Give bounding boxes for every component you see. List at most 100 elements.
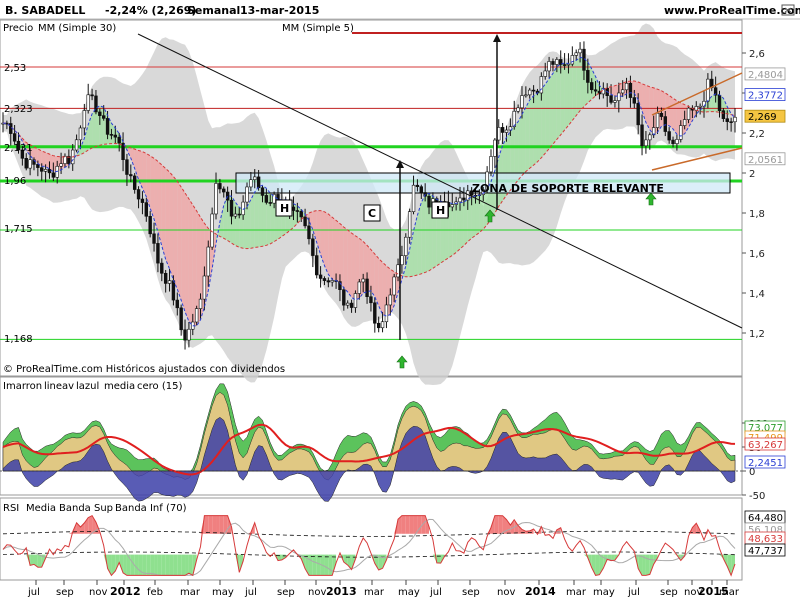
price-tick-label: 1,2 bbox=[749, 329, 765, 340]
rsi-overbought-fill bbox=[410, 516, 414, 534]
tab-lineav[interactable]: lineav bbox=[44, 381, 74, 392]
candle-body bbox=[393, 277, 396, 295]
candle-body bbox=[614, 101, 617, 103]
rsi-overbought-fill bbox=[220, 516, 224, 534]
rsi-oversold-fill bbox=[317, 555, 321, 576]
bear-fill-segment bbox=[328, 214, 332, 279]
candle-body bbox=[641, 125, 644, 146]
candle-body bbox=[114, 135, 117, 137]
rsi-oversold-fill bbox=[158, 555, 162, 576]
rsi-oversold-fill bbox=[181, 555, 185, 576]
candle-body bbox=[249, 180, 252, 187]
candle-body bbox=[412, 185, 415, 211]
bull-fill-segment bbox=[561, 63, 565, 135]
bull-fill-segment bbox=[452, 203, 456, 255]
rsi-oversold-fill bbox=[166, 555, 170, 576]
bull-fill-segment bbox=[251, 192, 255, 248]
bull-fill-segment bbox=[712, 94, 716, 112]
rsi-oversold-fill bbox=[324, 555, 328, 576]
tab-imarron[interactable]: Imarron bbox=[3, 381, 42, 392]
candle-body bbox=[319, 275, 322, 279]
candle-body bbox=[342, 290, 345, 305]
x-tick-label: sep bbox=[56, 587, 74, 598]
pattern-label-h1: H bbox=[280, 202, 289, 215]
candle-body bbox=[362, 279, 365, 282]
candle-body bbox=[91, 95, 94, 96]
x-tick-label: may bbox=[212, 587, 234, 598]
support-zone-label: ZONA DE SOPORTE RELEVANTE bbox=[472, 182, 664, 195]
bull-fill-segment bbox=[537, 89, 541, 162]
bull-fill-segment bbox=[557, 64, 561, 139]
candle-body bbox=[311, 239, 314, 256]
tab-rsi[interactable]: RSI bbox=[3, 503, 19, 514]
x-tick-label: mar bbox=[180, 587, 201, 598]
bull-fill-segment bbox=[464, 199, 468, 245]
candle-body bbox=[153, 234, 156, 244]
rsi-oversold-fill bbox=[162, 555, 166, 576]
candle-body bbox=[83, 110, 86, 127]
bull-fill-segment bbox=[483, 189, 487, 229]
bull-fill-segment bbox=[479, 193, 483, 232]
bear-fill-segment bbox=[166, 169, 170, 269]
tab-banda-inf[interactable]: Banda Inf (70) bbox=[115, 503, 187, 514]
rsi-oversold-fill bbox=[30, 555, 34, 566]
candle-body bbox=[315, 256, 318, 275]
candle-body bbox=[645, 140, 648, 146]
candle-body bbox=[141, 199, 144, 203]
candle-body bbox=[385, 305, 388, 322]
tab-rsi-media[interactable]: Media bbox=[26, 503, 56, 514]
candle-body bbox=[660, 113, 663, 116]
imarron-tick-label: -50 bbox=[749, 491, 765, 502]
price-badge-text: 2,0561 bbox=[748, 155, 783, 166]
chart-window: 2,62,42,221,81,61,41,22,48042,37722,2692… bbox=[0, 0, 800, 600]
rsi-badge-text: 48,633 bbox=[748, 534, 783, 545]
candle-body bbox=[548, 61, 551, 70]
candle-body bbox=[157, 243, 160, 263]
candle-body bbox=[261, 188, 264, 196]
candle-body bbox=[176, 300, 179, 308]
candle-body bbox=[397, 265, 400, 277]
candle-body bbox=[648, 135, 651, 140]
candle-body bbox=[497, 127, 500, 140]
candle-body bbox=[9, 123, 12, 133]
price-tick-label: 1,6 bbox=[749, 249, 765, 260]
candle-body bbox=[75, 140, 78, 150]
x-tick-label: 2014 bbox=[525, 585, 556, 598]
ticker-name: B. SABADELL bbox=[5, 4, 85, 17]
bull-fill-segment bbox=[534, 93, 538, 165]
candle-body bbox=[555, 59, 558, 64]
candle-body bbox=[304, 217, 307, 226]
candle-body bbox=[517, 108, 520, 111]
rsi-oversold-fill bbox=[146, 555, 150, 576]
candle-body bbox=[428, 196, 431, 207]
candle-body bbox=[168, 281, 171, 284]
candle-body bbox=[637, 103, 640, 125]
bull-fill-segment bbox=[247, 200, 251, 249]
candle-body bbox=[36, 164, 39, 167]
candle-body bbox=[621, 90, 624, 93]
tab-media[interactable]: media bbox=[104, 381, 135, 392]
candle-body bbox=[563, 65, 566, 66]
candle-body bbox=[610, 96, 613, 103]
bear-fill-segment bbox=[177, 181, 181, 300]
rsi-oversold-fill bbox=[123, 555, 127, 576]
tab-cero[interactable]: cero (15) bbox=[137, 381, 182, 392]
candle-body bbox=[137, 190, 140, 199]
bear-fill-segment bbox=[170, 172, 174, 280]
bear-fill-segment bbox=[344, 227, 348, 292]
rsi-oversold-fill bbox=[185, 555, 189, 576]
rsi-overbought-fill bbox=[402, 516, 406, 534]
x-tick-label: sep bbox=[277, 587, 295, 598]
rsi-oversold-fill bbox=[313, 555, 317, 576]
bull-fill-segment bbox=[92, 108, 96, 148]
candle-body bbox=[13, 134, 16, 142]
candle-body bbox=[234, 214, 237, 216]
price-tick-label: 2,6 bbox=[749, 49, 765, 60]
tab-lazul[interactable]: lazul bbox=[76, 381, 99, 392]
tab-banda-sup[interactable]: Banda Sup bbox=[59, 503, 113, 514]
tab-precio[interactable]: Precio bbox=[3, 23, 33, 34]
candle-body bbox=[544, 71, 547, 77]
tab-mm30[interactable]: MM (Simple 30) bbox=[38, 23, 116, 34]
tab-mm5[interactable]: MM (Simple 5) bbox=[282, 23, 354, 34]
rsi-overbought-fill bbox=[212, 516, 216, 534]
